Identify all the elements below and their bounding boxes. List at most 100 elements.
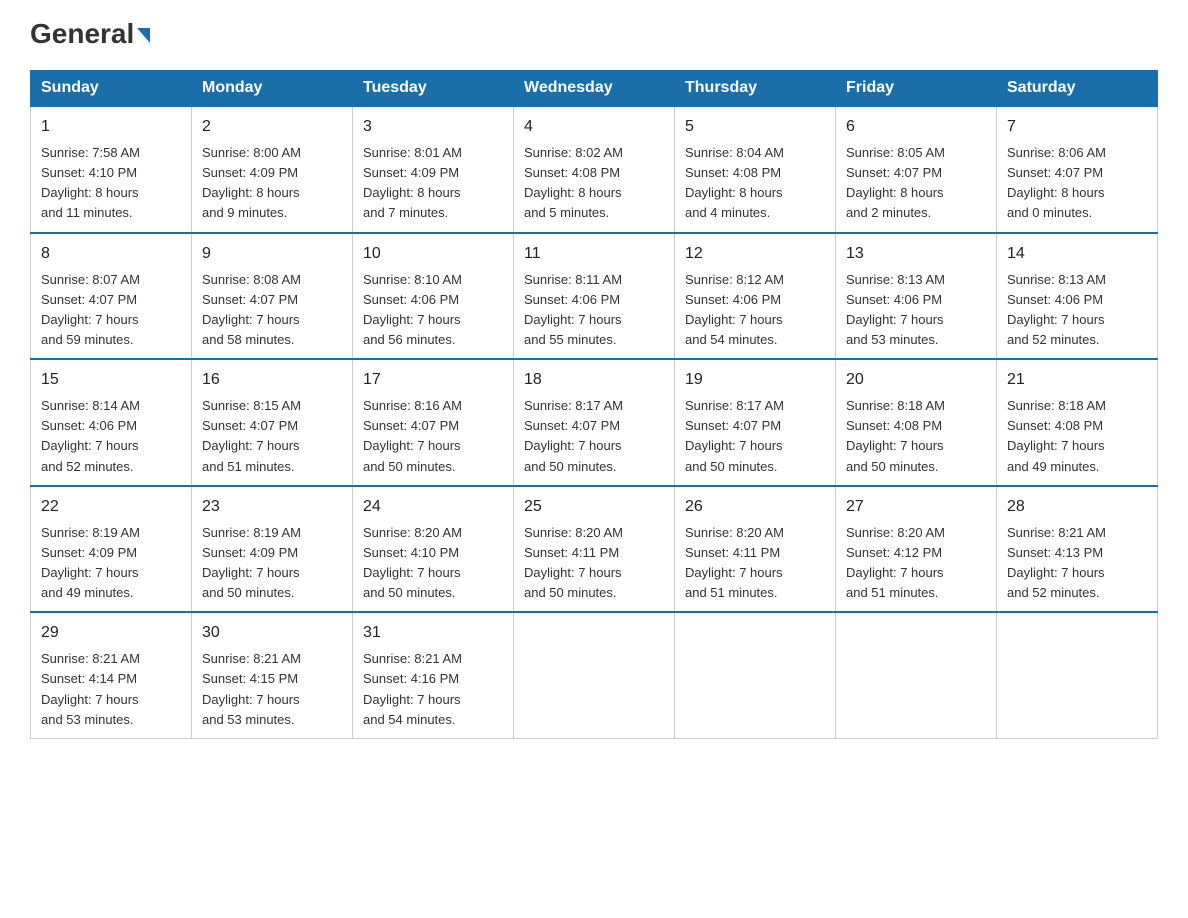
day-info: Sunrise: 8:13 AM Sunset: 4:06 PM Dayligh… <box>846 270 986 351</box>
col-saturday: Saturday <box>997 71 1158 107</box>
day-number: 7 <box>1007 115 1147 139</box>
calendar-cell: 15Sunrise: 8:14 AM Sunset: 4:06 PM Dayli… <box>31 359 192 486</box>
day-number: 28 <box>1007 495 1147 519</box>
col-monday: Monday <box>192 71 353 107</box>
day-number: 24 <box>363 495 503 519</box>
logo: General <box>30 20 150 50</box>
calendar-cell: 29 Sunrise: 8:21 AM Sunset: 4:14 PM Dayli… <box>31 612 192 738</box>
col-sunday: Sunday <box>31 71 192 107</box>
day-number: 25 <box>524 495 664 519</box>
day-number: 27 <box>846 495 986 519</box>
day-number: 17 <box>363 368 503 392</box>
calendar-cell: 30 Sunrise: 8:21 AM Sunset: 4:15 PM Dayli… <box>192 612 353 738</box>
day-info: Sunrise: 8:16 AM Sunset: 4:07 PM Dayligh… <box>363 396 503 477</box>
day-info: Sunrise: 8:20 AM Sunset: 4:11 PM Dayligh… <box>685 523 825 604</box>
col-thursday: Thursday <box>675 71 836 107</box>
day-info: Sunrise: 8:19 AM Sunset: 4:09 PM Dayligh… <box>41 523 181 604</box>
day-number: 14 <box>1007 242 1147 266</box>
day-info: Sunrise: 8:20 AM Sunset: 4:10 PM Dayligh… <box>363 523 503 604</box>
calendar-cell: 21 Sunrise: 8:18 AM Sunset: 4:08 PM Dayli… <box>997 359 1158 486</box>
calendar-table: Sunday Monday Tuesday Wednesday Thursday… <box>30 70 1158 739</box>
calendar-cell <box>836 612 997 738</box>
day-info: Sunrise: 8:05 AM Sunset: 4:07 PM Dayligh… <box>846 143 986 224</box>
header: General <box>30 20 1158 50</box>
calendar-cell: 11 Sunrise: 8:11 AM Sunset: 4:06 PM Dayli… <box>514 233 675 360</box>
calendar-cell: 27Sunrise: 8:20 AM Sunset: 4:12 PM Dayli… <box>836 486 997 613</box>
calendar-cell: 22Sunrise: 8:19 AM Sunset: 4:09 PM Dayli… <box>31 486 192 613</box>
day-info: Sunrise: 8:21 AM Sunset: 4:14 PM Dayligh… <box>41 649 181 730</box>
week-row-4: 22Sunrise: 8:19 AM Sunset: 4:09 PM Dayli… <box>31 486 1158 613</box>
day-number: 20 <box>846 368 986 392</box>
day-number: 18 <box>524 368 664 392</box>
day-info: Sunrise: 8:14 AM Sunset: 4:06 PM Dayligh… <box>41 396 181 477</box>
week-row-3: 15Sunrise: 8:14 AM Sunset: 4:06 PM Dayli… <box>31 359 1158 486</box>
calendar-cell: 12 Sunrise: 8:12 AM Sunset: 4:06 PM Dayli… <box>675 233 836 360</box>
calendar-cell <box>675 612 836 738</box>
day-number: 10 <box>363 242 503 266</box>
calendar-cell: 20 Sunrise: 8:18 AM Sunset: 4:08 PM Dayli… <box>836 359 997 486</box>
col-wednesday: Wednesday <box>514 71 675 107</box>
calendar-cell: 31 Sunrise: 8:21 AM Sunset: 4:16 PM Dayli… <box>353 612 514 738</box>
day-number: 16 <box>202 368 342 392</box>
day-number: 1 <box>41 115 181 139</box>
day-info: Sunrise: 8:00 AM Sunset: 4:09 PM Dayligh… <box>202 143 342 224</box>
day-info: Sunrise: 8:04 AM Sunset: 4:08 PM Dayligh… <box>685 143 825 224</box>
week-row-2: 8Sunrise: 8:07 AM Sunset: 4:07 PM Daylig… <box>31 233 1158 360</box>
calendar-cell: 13 Sunrise: 8:13 AM Sunset: 4:06 PM Dayli… <box>836 233 997 360</box>
day-number: 21 <box>1007 368 1147 392</box>
day-info: Sunrise: 8:21 AM Sunset: 4:16 PM Dayligh… <box>363 649 503 730</box>
calendar-body: 1 Sunrise: 7:58 AM Sunset: 4:10 PM Daylig… <box>31 106 1158 738</box>
calendar-cell <box>997 612 1158 738</box>
week-row-5: 29 Sunrise: 8:21 AM Sunset: 4:14 PM Dayli… <box>31 612 1158 738</box>
calendar-cell: 2 Sunrise: 8:00 AM Sunset: 4:09 PM Daylig… <box>192 106 353 233</box>
day-number: 11 <box>524 242 664 266</box>
calendar-cell: 9 Sunrise: 8:08 AM Sunset: 4:07 PM Daylig… <box>192 233 353 360</box>
day-number: 5 <box>685 115 825 139</box>
calendar-cell: 18 Sunrise: 8:17 AM Sunset: 4:07 PM Dayli… <box>514 359 675 486</box>
day-number: 26 <box>685 495 825 519</box>
header-row: Sunday Monday Tuesday Wednesday Thursday… <box>31 71 1158 107</box>
calendar-cell: 3Sunrise: 8:01 AM Sunset: 4:09 PM Daylig… <box>353 106 514 233</box>
day-info: Sunrise: 8:21 AM Sunset: 4:13 PM Dayligh… <box>1007 523 1147 604</box>
day-info: Sunrise: 8:21 AM Sunset: 4:15 PM Dayligh… <box>202 649 342 730</box>
day-info: Sunrise: 7:58 AM Sunset: 4:10 PM Dayligh… <box>41 143 181 224</box>
calendar-cell: 6Sunrise: 8:05 AM Sunset: 4:07 PM Daylig… <box>836 106 997 233</box>
day-info: Sunrise: 8:06 AM Sunset: 4:07 PM Dayligh… <box>1007 143 1147 224</box>
day-info: Sunrise: 8:10 AM Sunset: 4:06 PM Dayligh… <box>363 270 503 351</box>
logo-text: General <box>30 20 150 48</box>
day-info: Sunrise: 8:11 AM Sunset: 4:06 PM Dayligh… <box>524 270 664 351</box>
calendar-cell: 16 Sunrise: 8:15 AM Sunset: 4:07 PM Dayli… <box>192 359 353 486</box>
calendar-cell: 19Sunrise: 8:17 AM Sunset: 4:07 PM Dayli… <box>675 359 836 486</box>
calendar-cell: 25Sunrise: 8:20 AM Sunset: 4:11 PM Dayli… <box>514 486 675 613</box>
day-number: 13 <box>846 242 986 266</box>
day-info: Sunrise: 8:17 AM Sunset: 4:07 PM Dayligh… <box>524 396 664 477</box>
day-info: Sunrise: 8:15 AM Sunset: 4:07 PM Dayligh… <box>202 396 342 477</box>
day-number: 12 <box>685 242 825 266</box>
calendar-cell: 1 Sunrise: 7:58 AM Sunset: 4:10 PM Daylig… <box>31 106 192 233</box>
day-number: 30 <box>202 621 342 645</box>
calendar-cell: 8Sunrise: 8:07 AM Sunset: 4:07 PM Daylig… <box>31 233 192 360</box>
col-tuesday: Tuesday <box>353 71 514 107</box>
day-info: Sunrise: 8:07 AM Sunset: 4:07 PM Dayligh… <box>41 270 181 351</box>
day-number: 23 <box>202 495 342 519</box>
day-info: Sunrise: 8:13 AM Sunset: 4:06 PM Dayligh… <box>1007 270 1147 351</box>
day-info: Sunrise: 8:02 AM Sunset: 4:08 PM Dayligh… <box>524 143 664 224</box>
day-info: Sunrise: 8:18 AM Sunset: 4:08 PM Dayligh… <box>1007 396 1147 477</box>
day-info: Sunrise: 8:12 AM Sunset: 4:06 PM Dayligh… <box>685 270 825 351</box>
day-number: 29 <box>41 621 181 645</box>
day-info: Sunrise: 8:19 AM Sunset: 4:09 PM Dayligh… <box>202 523 342 604</box>
week-row-1: 1 Sunrise: 7:58 AM Sunset: 4:10 PM Daylig… <box>31 106 1158 233</box>
calendar-cell: 17 Sunrise: 8:16 AM Sunset: 4:07 PM Dayli… <box>353 359 514 486</box>
day-info: Sunrise: 8:17 AM Sunset: 4:07 PM Dayligh… <box>685 396 825 477</box>
calendar-cell: 4Sunrise: 8:02 AM Sunset: 4:08 PM Daylig… <box>514 106 675 233</box>
day-number: 9 <box>202 242 342 266</box>
calendar-cell: 14 Sunrise: 8:13 AM Sunset: 4:06 PM Dayli… <box>997 233 1158 360</box>
day-number: 2 <box>202 115 342 139</box>
day-info: Sunrise: 8:18 AM Sunset: 4:08 PM Dayligh… <box>846 396 986 477</box>
day-info: Sunrise: 8:08 AM Sunset: 4:07 PM Dayligh… <box>202 270 342 351</box>
calendar-cell: 24 Sunrise: 8:20 AM Sunset: 4:10 PM Dayli… <box>353 486 514 613</box>
day-number: 31 <box>363 621 503 645</box>
col-friday: Friday <box>836 71 997 107</box>
calendar-cell <box>514 612 675 738</box>
calendar-cell: 26 Sunrise: 8:20 AM Sunset: 4:11 PM Dayli… <box>675 486 836 613</box>
